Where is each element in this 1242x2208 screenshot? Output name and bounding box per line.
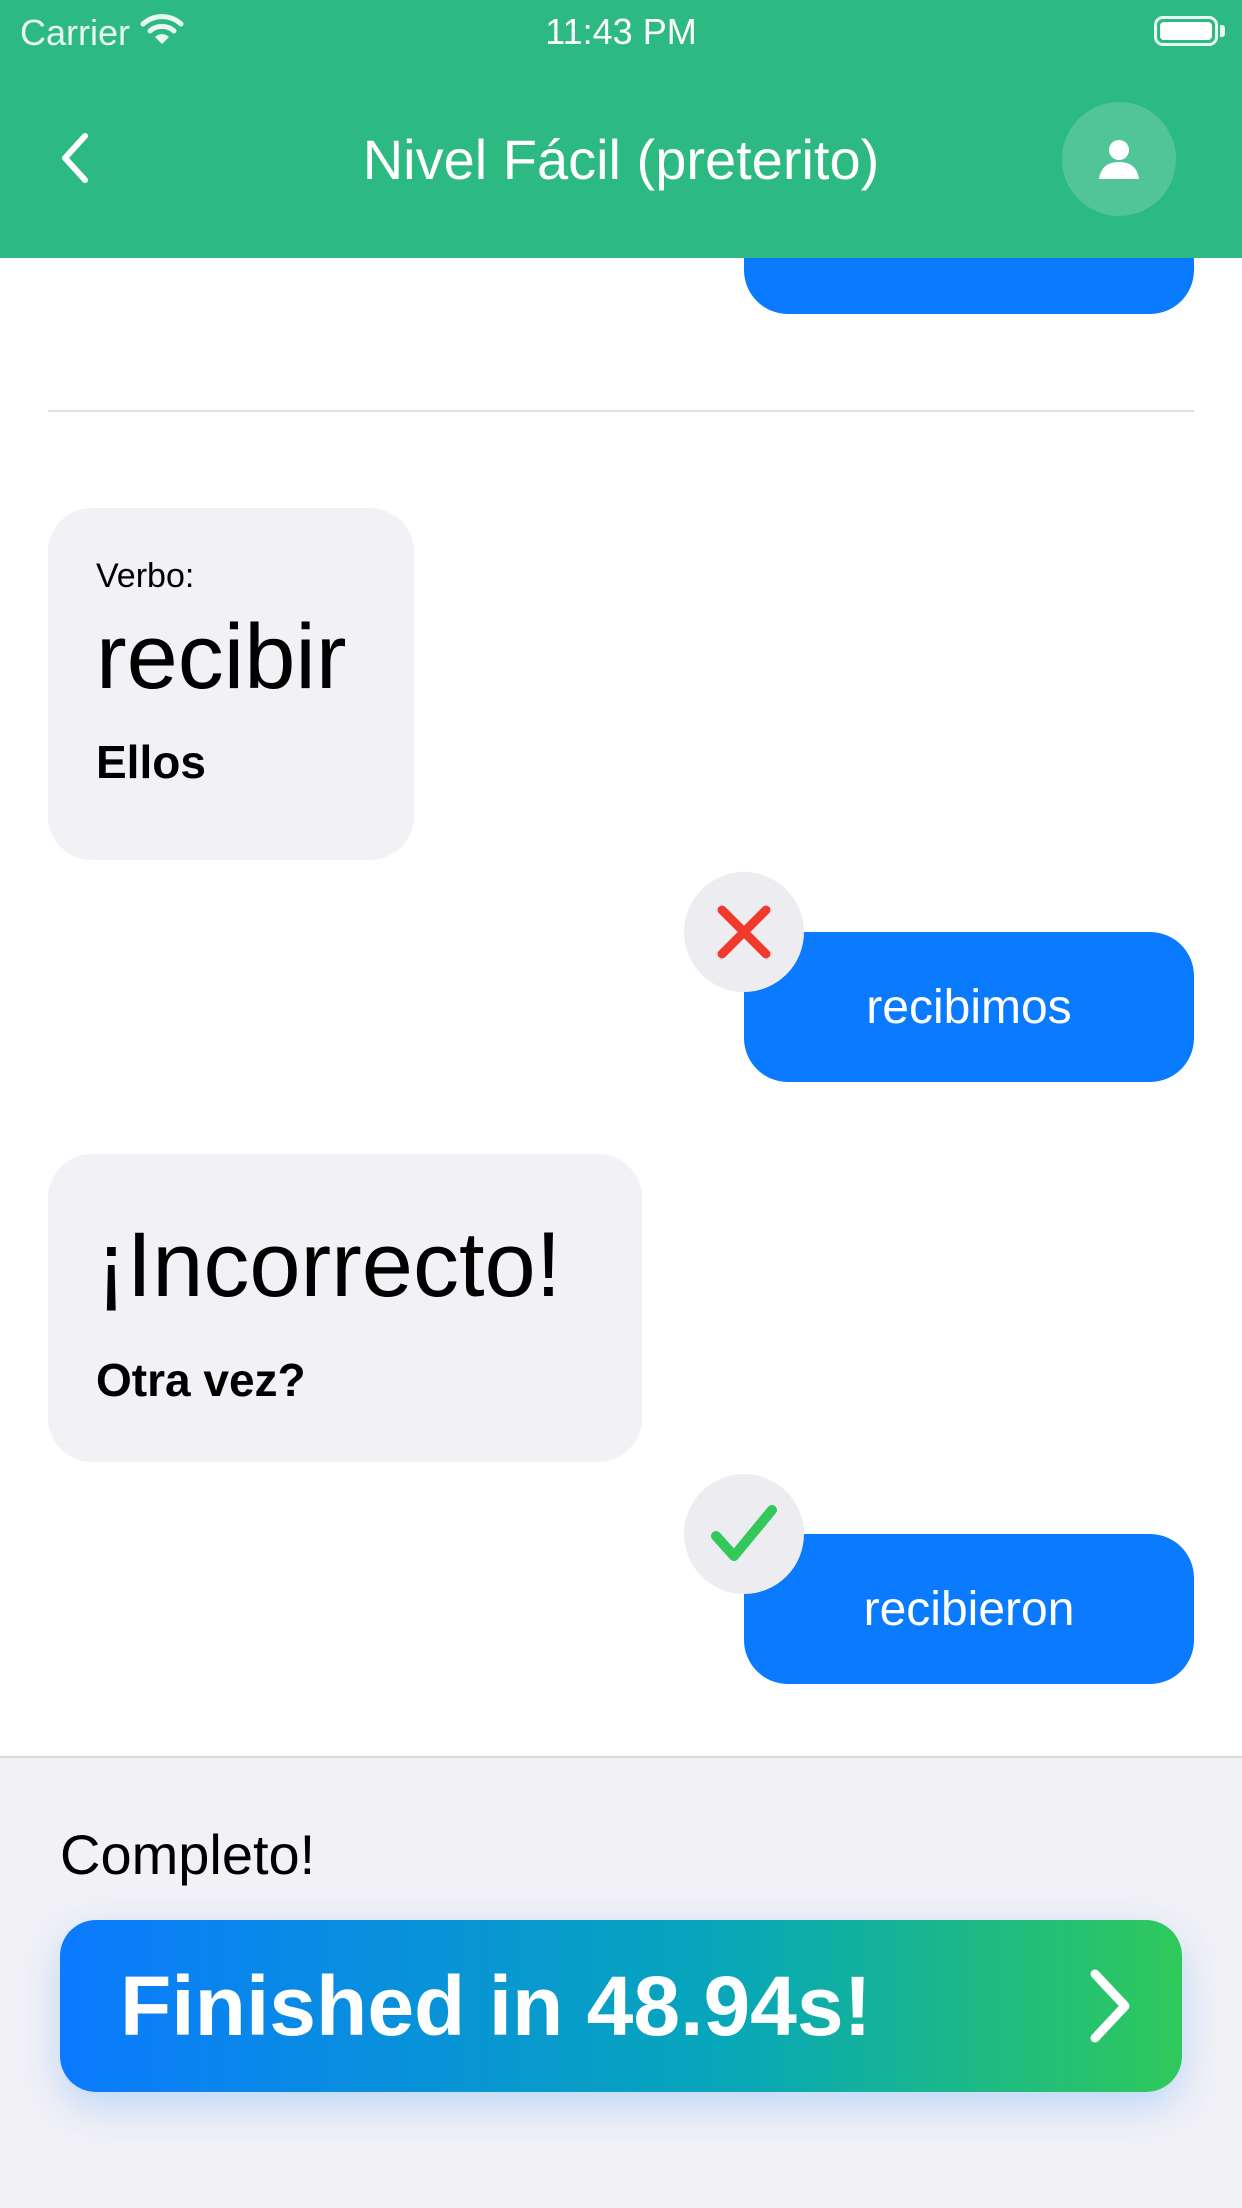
completion-label: Completo!: [60, 1823, 316, 1886]
answer-text: recibieron: [863, 1582, 1075, 1636]
navigation-bar: Carrier 11:43 PM Nivel Fácil (preterito): [0, 0, 1242, 258]
verb-value: recibir: [96, 606, 347, 708]
profile-button[interactable]: [1062, 102, 1176, 216]
feedback-subtitle: Otra vez?: [96, 1354, 306, 1406]
chevron-right-icon: [1070, 1964, 1150, 2048]
battery-icon: [1154, 16, 1218, 46]
page-title: Nivel Fácil (preterito): [362, 128, 880, 191]
feedback-title: ¡Incorrecto!: [96, 1214, 562, 1316]
divider: [48, 410, 1194, 412]
question-card: Verbo: recibir Ellos: [48, 508, 414, 860]
correct-badge: [684, 1474, 804, 1594]
incorrect-badge: [684, 872, 804, 992]
verb-label: Verbo:: [96, 557, 195, 595]
answer-bubble-incorrect: recibimos: [744, 932, 1194, 1082]
feedback-card: ¡Incorrecto! Otra vez?: [48, 1154, 642, 1462]
status-time: 11:43 PM: [545, 11, 697, 52]
finish-label: Finished in 48.94s!: [120, 1959, 872, 2053]
battery-cap: [1220, 25, 1225, 37]
check-mark-icon: [711, 1505, 777, 1561]
subject-pronoun: Ellos: [96, 736, 206, 788]
answer-text: recibimos: [866, 980, 1072, 1034]
finish-button[interactable]: Finished in 48.94s!: [60, 1920, 1182, 2092]
person-icon: [1099, 140, 1139, 179]
answer-bubble-correct: recibieron: [744, 1534, 1194, 1684]
x-mark-icon: [717, 905, 771, 959]
